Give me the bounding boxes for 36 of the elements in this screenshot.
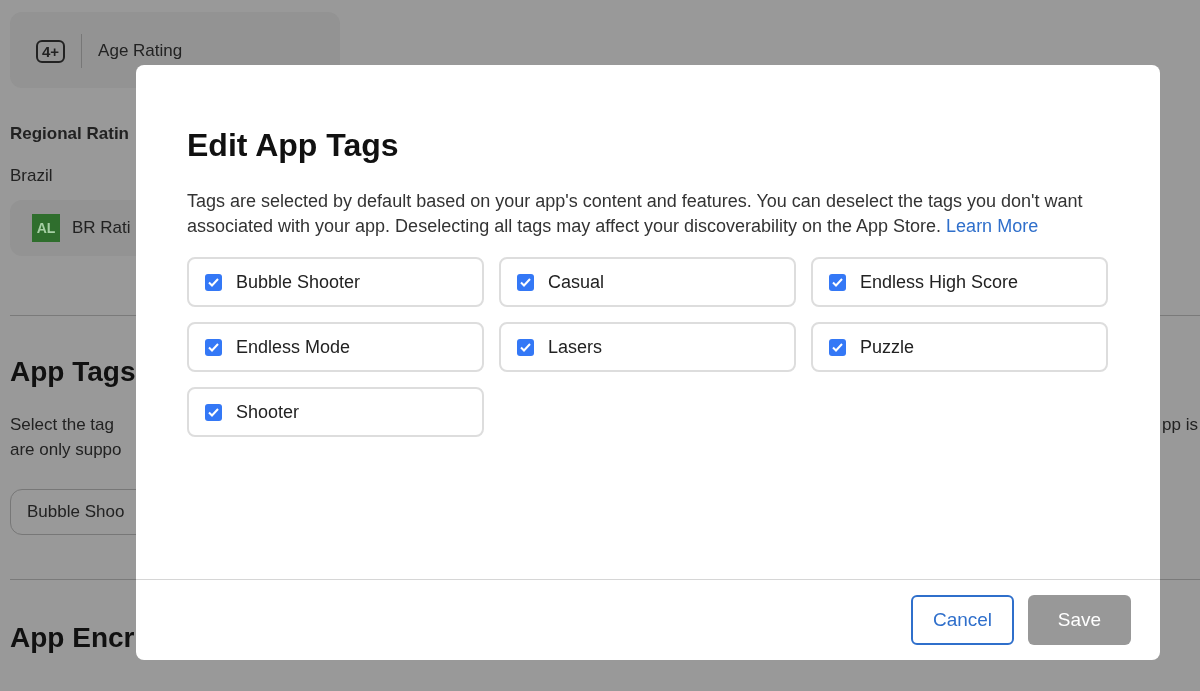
country-label: Brazil [10,165,53,187]
section-heading: App Tags [10,355,136,389]
checkbox[interactable] [205,338,222,356]
tag-option[interactable]: Casual [499,257,796,307]
tag-option[interactable]: Endless Mode [187,322,484,372]
checkbox[interactable] [517,338,534,356]
dialog-title: Edit App Tags [187,126,400,165]
tag-option[interactable]: Endless High Score [811,257,1108,307]
section-text-line: pp is [1162,414,1198,436]
checkmark-icon [832,277,843,287]
tag-option[interactable]: Bubble Shooter [187,257,484,307]
checkbox[interactable] [205,273,222,291]
section-text-line: are only suppo [10,439,122,461]
rating-icon: AL [32,214,60,242]
age-badge: 4+ [36,40,66,63]
rating-label: BR Rati [72,217,131,240]
regional-ratings-heading: Regional Ratin [10,123,129,145]
checkmark-icon [208,407,219,417]
checkbox[interactable] [829,273,846,291]
dialog-description: Tags are selected by default based on your app's content and features. You can deselect the tags you don't want associated with your app. Deselecting all tags may affect your discoverability on the App Store. Learn More [187,190,1084,238]
checkmark-icon [208,277,219,287]
section-text-line: Select the tag [10,414,115,436]
checkbox[interactable] [205,403,222,421]
tag-option[interactable]: Lasers [499,322,796,372]
learn-more-link[interactable]: Learn More [946,216,1039,236]
tag-option[interactable]: Shooter [187,387,484,437]
checkmark-icon [832,342,843,352]
cancel-button[interactable]: Cancel [911,595,1014,645]
checkbox[interactable] [829,338,846,356]
section-heading: App Encr [10,621,135,655]
checkbox[interactable] [517,273,534,291]
age-rating-label: Age Rating [98,40,183,62]
checkmark-icon [520,277,531,287]
checkmark-icon [520,342,531,352]
tag-option[interactable]: Puzzle [811,322,1108,372]
checkmark-icon [208,342,219,352]
